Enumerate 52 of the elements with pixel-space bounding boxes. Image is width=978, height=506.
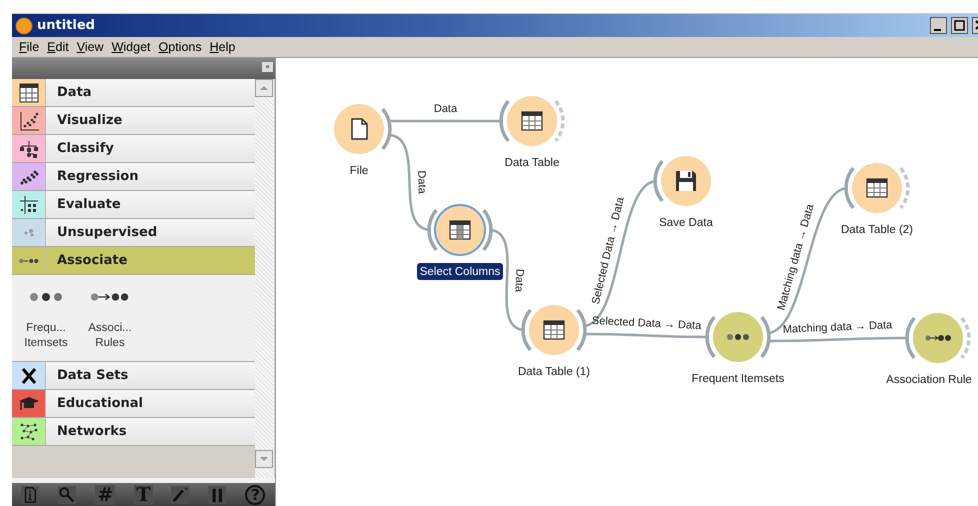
link-label: Data bbox=[512, 268, 526, 292]
category-item[interactable]: Evaluate bbox=[12, 191, 255, 219]
window-title: untitled bbox=[37, 18, 95, 33]
menu-item[interactable]: File bbox=[16, 40, 42, 54]
maximize-icon[interactable] bbox=[951, 17, 968, 34]
menu-item[interactable]: View bbox=[74, 40, 107, 54]
dots-arrow-icon bbox=[926, 335, 951, 341]
category-item[interactable]: Classify bbox=[12, 135, 255, 163]
node-label: Select Columns bbox=[420, 266, 500, 278]
category-item[interactable]: Educational bbox=[12, 390, 255, 418]
menu-item[interactable]: Widget bbox=[108, 40, 154, 54]
menu-item[interactable]: Options bbox=[156, 40, 205, 54]
scatter-plot-icon bbox=[18, 110, 40, 132]
table-icon bbox=[449, 220, 471, 240]
category-item[interactable]: Data Sets bbox=[12, 362, 255, 390]
node-label: Data Table bbox=[504, 157, 560, 169]
link-label: Data bbox=[415, 170, 428, 194]
category-item[interactable]: Regression bbox=[12, 163, 255, 191]
node-label: Data Table (1) bbox=[518, 366, 590, 378]
node-label: File bbox=[350, 165, 368, 177]
category-item[interactable]: Networks bbox=[12, 418, 255, 446]
table-icon bbox=[18, 82, 40, 104]
category-item[interactable]: Data bbox=[12, 79, 255, 107]
minimize-icon[interactable] bbox=[930, 17, 947, 34]
category-item[interactable]: Unsupervised bbox=[12, 219, 255, 247]
link-label: Data bbox=[434, 103, 458, 115]
menu-item[interactable]: Edit bbox=[44, 40, 72, 54]
table-icon bbox=[521, 111, 543, 131]
three-dots-icon bbox=[727, 334, 749, 340]
link-label: Selected Data → Data bbox=[590, 196, 627, 306]
category-item[interactable]: Associate bbox=[12, 247, 255, 275]
table-icon bbox=[866, 178, 888, 198]
node-label: Save Data bbox=[659, 217, 713, 229]
widget-node[interactable] bbox=[913, 313, 963, 363]
grid-dots-icon bbox=[18, 194, 40, 216]
widget-button[interactable]: Frequ... Itemsets bbox=[20, 291, 72, 361]
category-item[interactable]: Visualize bbox=[12, 107, 255, 135]
node-label: Data Table (2) bbox=[840, 224, 914, 236]
menu-item[interactable]: Help bbox=[206, 40, 238, 54]
dots-arrow-icon bbox=[18, 258, 38, 262]
link-label: Selected Data → Data bbox=[592, 314, 702, 332]
widget-node[interactable] bbox=[713, 312, 763, 362]
widget-button[interactable]: Associ... Rules bbox=[84, 291, 136, 361]
dots-arrow-icon bbox=[90, 291, 130, 303]
document-icon bbox=[351, 118, 368, 140]
node-label: Association Rule bbox=[886, 374, 972, 386]
node-label: Frequent Itemsets bbox=[692, 373, 784, 385]
network-icon bbox=[18, 420, 40, 442]
link-label: Matching data → Data bbox=[782, 319, 892, 336]
collapse-button[interactable]: « bbox=[262, 62, 273, 72]
table-icon bbox=[543, 320, 565, 340]
logo-icon bbox=[15, 16, 33, 34]
